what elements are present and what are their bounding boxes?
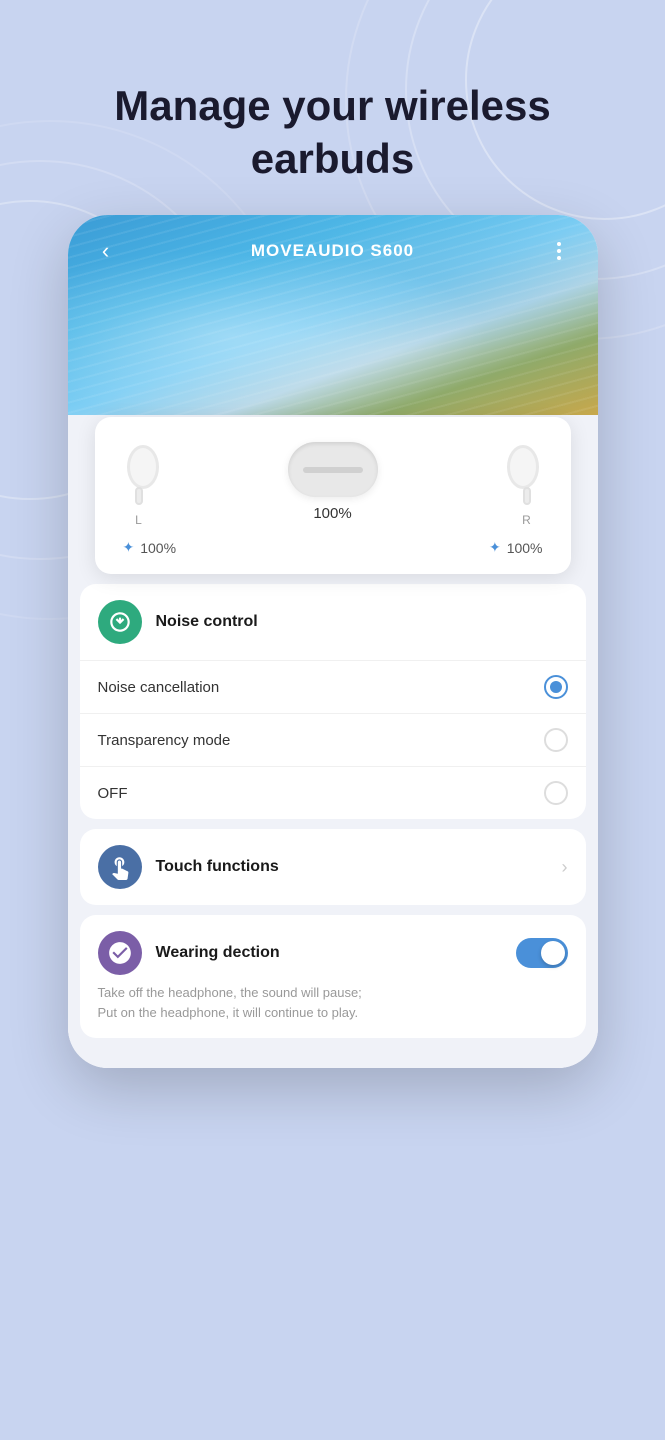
phone-header-bg: ‹ MOVEAUDIO S600 bbox=[68, 215, 598, 415]
transparency-mode-label: Transparency mode bbox=[98, 732, 231, 749]
case-body bbox=[288, 442, 378, 497]
wearing-icon-svg bbox=[107, 940, 133, 966]
left-earbud: L bbox=[115, 437, 163, 527]
wearing-detection-card: Wearing dection Take off the headphone, … bbox=[80, 915, 586, 1038]
wearing-left: Wearing dection bbox=[98, 931, 280, 975]
left-earbud-image bbox=[115, 437, 163, 509]
wearing-detection-description: Take off the headphone, the sound will p… bbox=[98, 983, 568, 1022]
case-battery-percent: 100% bbox=[313, 505, 351, 522]
wearing-detection-toggle[interactable] bbox=[516, 938, 568, 968]
battery-row: ✦ 100% ✦ 100% bbox=[115, 539, 551, 556]
charging-case: 100% bbox=[288, 442, 378, 522]
header-nav: ‹ MOVEAUDIO S600 bbox=[68, 215, 598, 287]
wearing-header: Wearing dection bbox=[98, 931, 568, 975]
noise-control-icon bbox=[98, 600, 142, 644]
noise-icon-svg bbox=[107, 609, 133, 635]
back-button[interactable]: ‹ bbox=[88, 233, 124, 269]
page-heading: Manage your wireless earbuds bbox=[0, 0, 665, 215]
noise-control-title: Noise control bbox=[156, 613, 258, 631]
right-bluetooth-icon: ✦ bbox=[489, 539, 501, 556]
off-option[interactable]: OFF bbox=[80, 766, 586, 819]
touch-functions-icon bbox=[98, 845, 142, 889]
more-button[interactable] bbox=[541, 233, 577, 269]
noise-cancellation-option[interactable]: Noise cancellation bbox=[80, 660, 586, 713]
page-title: Manage your wireless earbuds bbox=[60, 80, 605, 185]
right-label: R bbox=[522, 513, 531, 527]
off-label: OFF bbox=[98, 785, 128, 802]
more-dot-2 bbox=[557, 249, 561, 253]
left-bluetooth-icon: ✦ bbox=[123, 539, 135, 556]
more-dot-1 bbox=[557, 242, 561, 246]
left-label: L bbox=[135, 513, 142, 527]
wearing-section: Wearing dection Take off the headphone, … bbox=[80, 915, 586, 1038]
right-earbud: R bbox=[503, 437, 551, 527]
transparency-mode-radio[interactable] bbox=[544, 728, 568, 752]
phone-content: L 100% R bbox=[68, 415, 598, 1068]
right-battery-item: ✦ 100% bbox=[489, 539, 543, 556]
device-title: MOVEAUDIO S600 bbox=[251, 241, 414, 261]
noise-cancellation-radio[interactable] bbox=[544, 675, 568, 699]
wearing-detection-icon bbox=[98, 931, 142, 975]
earbuds-display: L 100% R bbox=[115, 437, 551, 527]
phone-mockup: ‹ MOVEAUDIO S600 bbox=[68, 215, 598, 1068]
right-battery-percent: 100% bbox=[507, 540, 543, 556]
touch-functions-row[interactable]: Touch functions › bbox=[80, 829, 586, 905]
touch-functions-left: Touch functions bbox=[98, 845, 279, 889]
touch-icon-svg bbox=[107, 854, 133, 880]
right-earbud-image bbox=[503, 437, 551, 509]
noise-control-card: Noise control Noise cancellation Transpa… bbox=[80, 584, 586, 819]
wearing-detection-title: Wearing dection bbox=[156, 944, 280, 962]
transparency-mode-option[interactable]: Transparency mode bbox=[80, 713, 586, 766]
noise-control-header: Noise control bbox=[80, 584, 586, 660]
case-hinge bbox=[303, 467, 363, 473]
off-radio[interactable] bbox=[544, 781, 568, 805]
toggle-knob bbox=[541, 941, 565, 965]
chevron-right-icon: › bbox=[562, 857, 568, 878]
touch-functions-title: Touch functions bbox=[156, 858, 279, 876]
touch-functions-card[interactable]: Touch functions › bbox=[80, 829, 586, 905]
left-battery-percent: 100% bbox=[140, 540, 176, 556]
battery-card: L 100% R bbox=[95, 417, 571, 574]
more-dot-3 bbox=[557, 256, 561, 260]
left-battery-item: ✦ 100% bbox=[123, 539, 177, 556]
noise-cancellation-label: Noise cancellation bbox=[98, 679, 220, 696]
